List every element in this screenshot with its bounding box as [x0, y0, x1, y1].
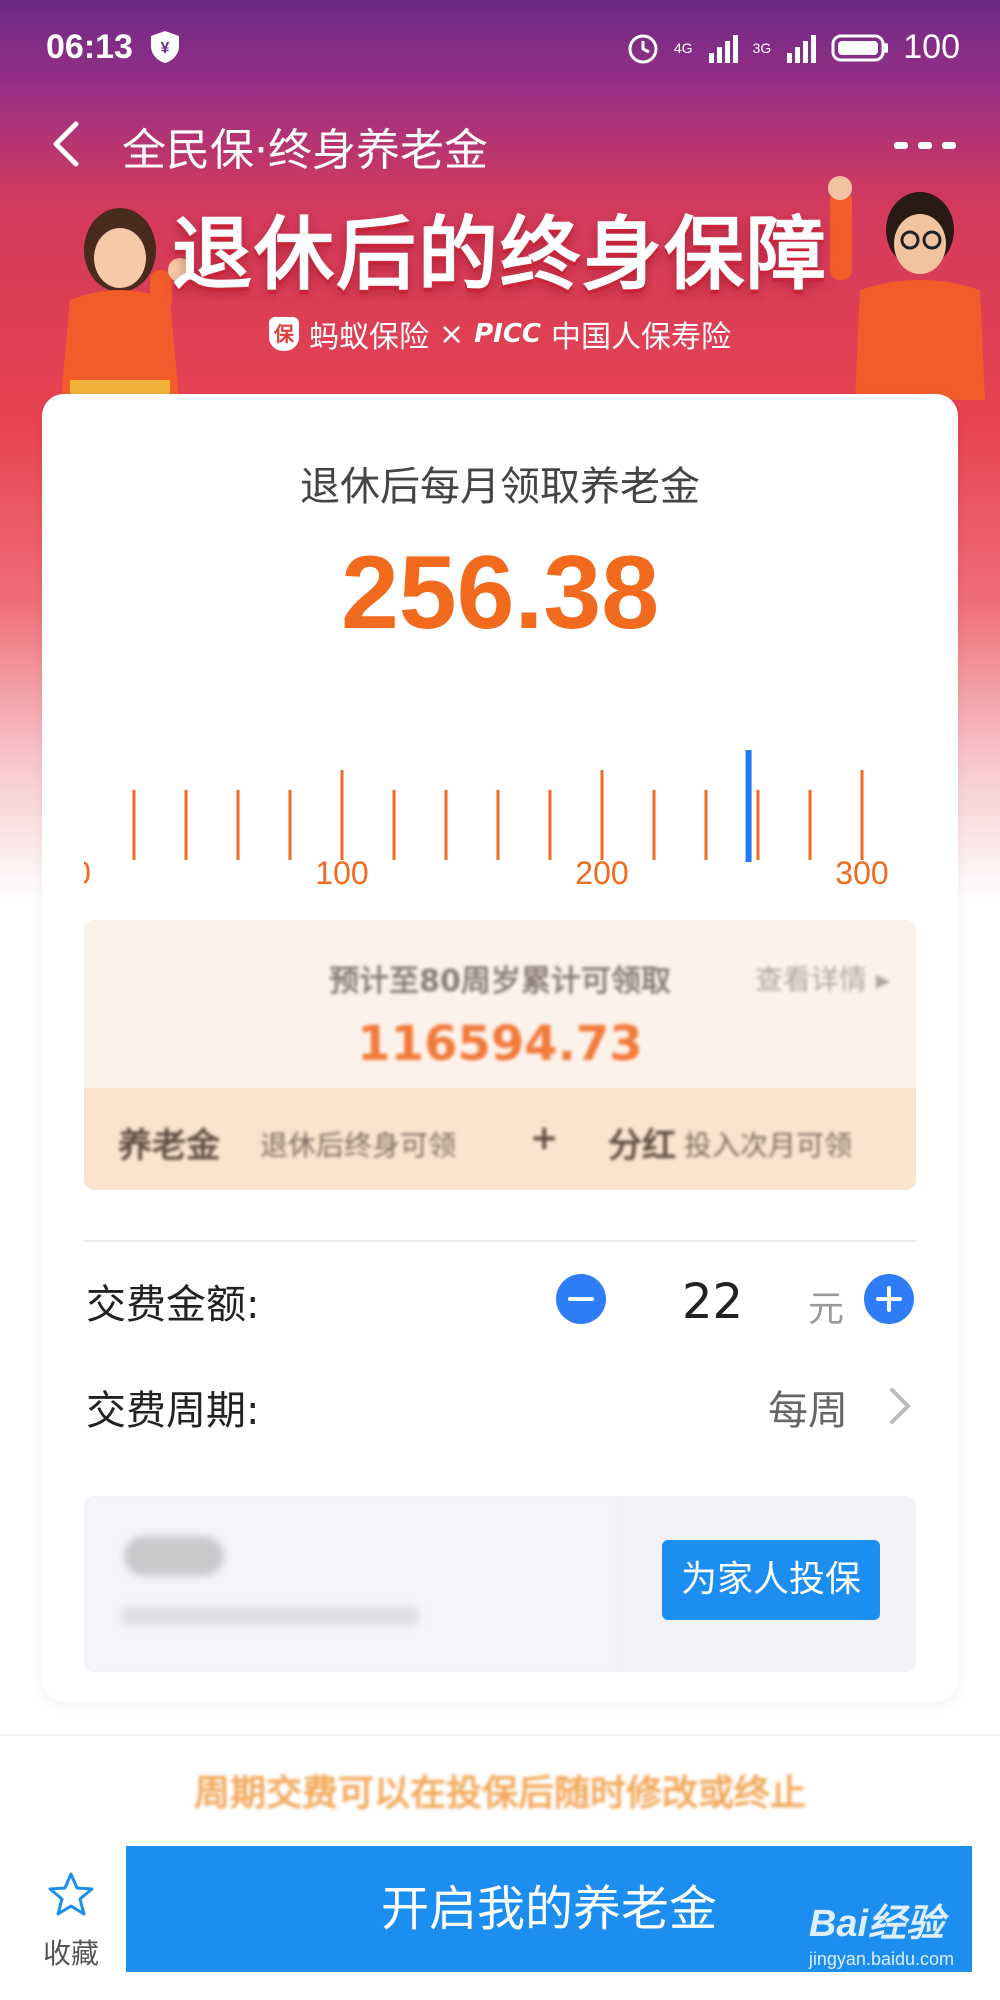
footer-divider [0, 1734, 1000, 1736]
shield-yen-icon: ¥ [151, 31, 179, 63]
chevron-right-icon[interactable] [882, 1384, 918, 1428]
more-icon[interactable] [890, 126, 960, 166]
alarm-icon [628, 34, 658, 63]
signal-icon-2 [787, 34, 817, 63]
pension-title: 养老金 [118, 1126, 220, 1166]
plus-sign: + [530, 1118, 559, 1158]
monthly-pension-label: 退休后每月领取养老金 [300, 464, 700, 510]
favorite-button[interactable]: 收藏 [32, 1862, 110, 1972]
insure-for-family-button[interactable]: 为家人投保 [662, 1540, 880, 1620]
network-type-1: 4G [673, 39, 693, 56]
battery-icon [831, 34, 889, 61]
nav-title: 全民保·终身养老金 [122, 125, 488, 176]
benefit-breakdown: 养老金 退休后终身可领 + 分红 投入次月可领 [84, 1088, 916, 1190]
view-details-link[interactable]: 查看详情 ▸ [755, 958, 890, 998]
pension-desc: 退休后终身可领 [260, 1129, 457, 1162]
accumulated-total: 116594.73 [357, 1016, 643, 1072]
star-icon [48, 1872, 94, 1916]
watermark-text: Bai经验 [808, 1903, 945, 1945]
status-right: 4G 3G 100 [626, 28, 960, 67]
favorite-label: 收藏 [42, 1937, 99, 1970]
blurred-user-info [84, 1496, 614, 1672]
partner-picc: 中国人保寿险 [551, 320, 732, 355]
payment-period-label: 交费周期: [86, 1388, 260, 1434]
payment-amount-value[interactable]: 22 [682, 1274, 743, 1330]
ruler-tick-label: 200 [575, 855, 628, 891]
watermark-url: jingyan.baidu.com [808, 1949, 954, 1969]
amount-ruler-slider[interactable]: 010020030040050 [84, 694, 916, 894]
section-divider [84, 1240, 916, 1242]
payment-amount-label: 交费金额: [86, 1282, 260, 1328]
ant-insurance-shield-icon: 保 [268, 317, 299, 351]
dividend-title: 分红 [608, 1126, 676, 1166]
dividend-desc: 投入次月可领 [684, 1129, 853, 1162]
pension-card: 退休后每月领取养老金 256.38 010020030040050 预计至80周… [42, 394, 958, 1702]
picc-logo: PICC [474, 319, 542, 349]
status-time: 06:13 [46, 28, 133, 66]
accumulated-summary: 预计至80周岁累计可领取 查看详情 ▸ 116594.73 养老金 退休后终身可… [84, 920, 916, 1190]
increase-amount-button[interactable] [864, 1274, 914, 1324]
banner-title: 退休后的终身保障 [172, 208, 828, 301]
network-type-2: 3G [752, 39, 772, 56]
battery-level: 100 [903, 28, 960, 66]
ruler-tick-label: 300 [835, 855, 888, 891]
nav-bar: 全民保·终身养老金 [0, 100, 1000, 190]
ruler-tick-label: 0 [84, 855, 91, 891]
footer-note: 周期交费可以在投保后随时修改或终止 [193, 1773, 806, 1814]
payment-period-value[interactable]: 每周 [768, 1378, 848, 1436]
signal-icon-1 [708, 34, 738, 63]
svg-text:¥: ¥ [161, 40, 170, 57]
family-insure-box: 为家人投保 [84, 1496, 916, 1672]
monthly-pension-amount: 256.38 [340, 535, 660, 651]
back-icon[interactable] [40, 114, 100, 174]
baidu-watermark: Bai经验 jingyan.baidu.com [809, 1892, 954, 1970]
partner-times: × [438, 316, 465, 352]
decrease-amount-button[interactable] [556, 1274, 606, 1324]
payment-amount-unit: 元 [808, 1289, 845, 1330]
partner-line: 保 蚂蚁保险 × PICC 中国人保寿险 [0, 312, 1000, 356]
status-bar: 06:13 ¥ 4G 3G 100 [0, 0, 1000, 80]
ruler-tick-label: 100 [315, 855, 368, 891]
partner-ant: 蚂蚁保险 [308, 320, 429, 355]
